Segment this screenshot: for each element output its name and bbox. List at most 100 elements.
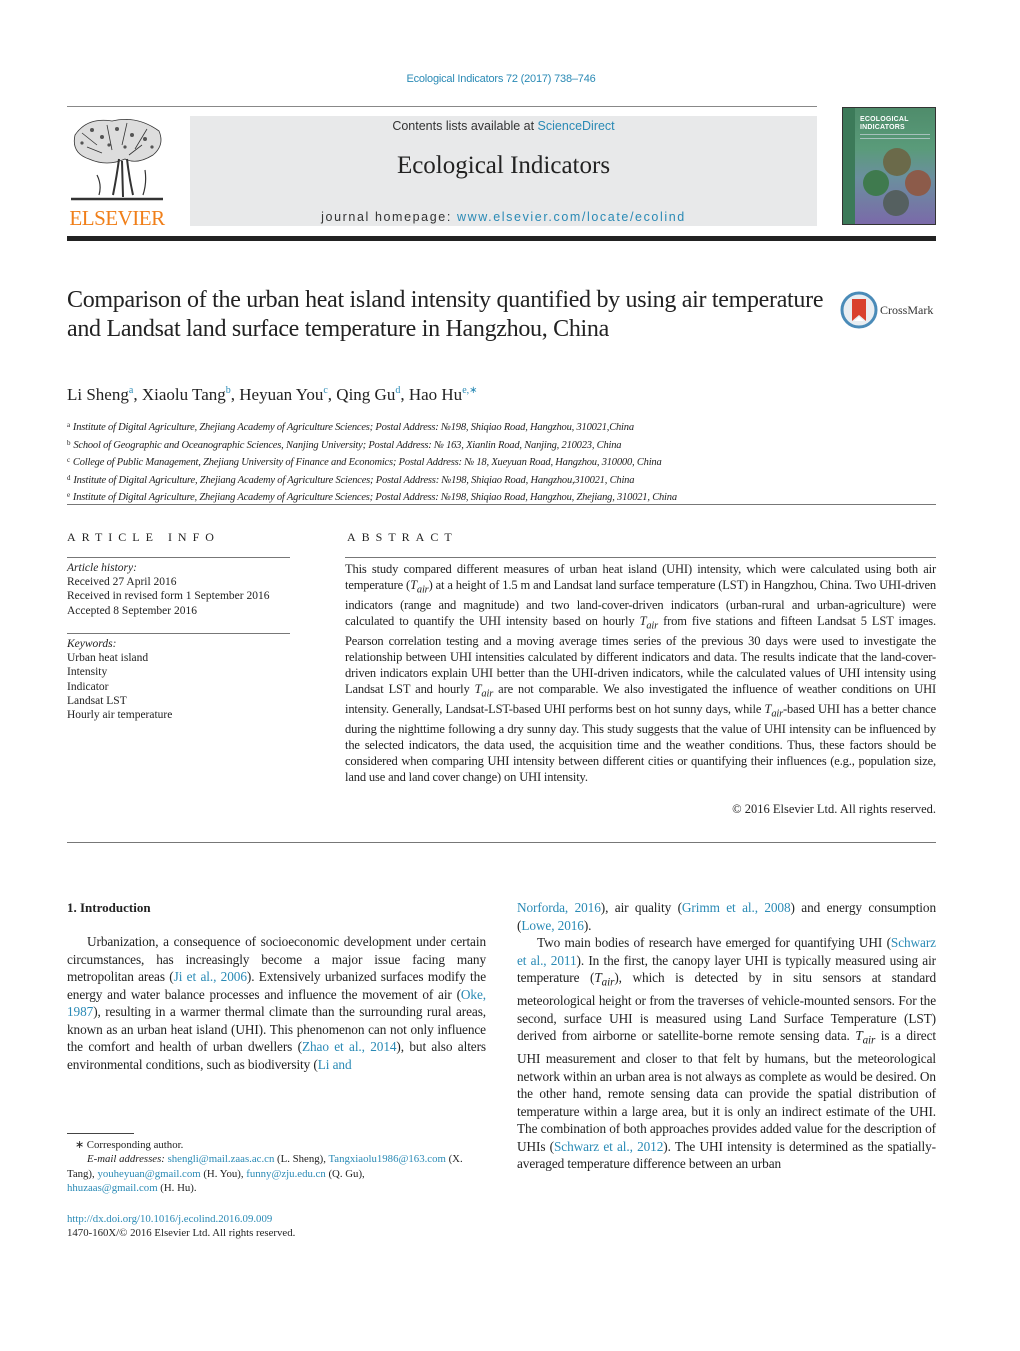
affiliation: a Institute of Digital Agriculture, Zheji… bbox=[67, 418, 677, 436]
article-info-heading: ARTICLE INFO bbox=[67, 530, 220, 544]
affiliation: b School of Geographic and Oceanographic … bbox=[67, 436, 677, 454]
cover-photo-3 bbox=[905, 170, 931, 196]
crossmark-icon bbox=[840, 291, 878, 329]
keyword: Landsat LST bbox=[67, 694, 127, 707]
keywords-label: Keywords: bbox=[67, 638, 117, 650]
elsevier-logo[interactable]: ELSEVIER bbox=[67, 112, 167, 230]
keyword: Indicator bbox=[67, 680, 109, 693]
author[interactable]: Qing Gud bbox=[336, 385, 400, 404]
journal-name: Ecological Indicators bbox=[396, 152, 611, 179]
cover-photo-1 bbox=[883, 148, 911, 176]
header-heavy-rule bbox=[67, 236, 936, 241]
affiliation: c College of Public Management, Zhejiang … bbox=[67, 453, 677, 471]
affiliation-text: School of Geographic and Oceanographic S… bbox=[73, 439, 622, 451]
text-run: ). bbox=[583, 917, 592, 933]
variable-symbol: T bbox=[410, 577, 417, 592]
paragraph: Norforda, 2016), air quality (Grimm et a… bbox=[517, 899, 936, 934]
email-owner: (H. You), bbox=[200, 1167, 247, 1180]
text-run: Two main bodies of research have emerged… bbox=[537, 935, 891, 950]
author[interactable]: Xiaolu Tangb bbox=[142, 385, 231, 404]
sciencedirect-link[interactable]: ScienceDirect bbox=[538, 119, 615, 133]
variable-subscript: air bbox=[646, 620, 659, 632]
article-info-rule bbox=[67, 557, 290, 558]
affiliation-text: Institute of Digital Agriculture, Zhejia… bbox=[72, 422, 634, 433]
abstract-bottom-rule bbox=[67, 842, 936, 843]
email-link[interactable]: funny@zju.edu.cn bbox=[246, 1168, 326, 1180]
email-link[interactable]: Tangxiaolu1986@163.com bbox=[328, 1153, 445, 1165]
contents-prefix: Contents lists available at bbox=[392, 119, 538, 133]
variable-symbol: T bbox=[594, 970, 602, 985]
variable-subscript: air bbox=[771, 708, 784, 720]
elsevier-tree-icon bbox=[71, 118, 163, 201]
paragraph: Urbanization, a consequence of socioecon… bbox=[67, 933, 486, 1073]
citation-link[interactable]: Grimm et al., 2008 bbox=[682, 900, 791, 915]
keywords: Keywords: Urban heat island Intensity In… bbox=[67, 637, 172, 722]
citation-link[interactable]: Lowe, 2016 bbox=[521, 918, 584, 933]
keyword: Intensity bbox=[67, 666, 108, 679]
affiliation-key: d bbox=[67, 473, 71, 482]
author-separator: , bbox=[133, 385, 142, 404]
journal-homepage-link[interactable]: www.elsevier.com/locate/ecolind bbox=[457, 210, 686, 224]
homepage-line: journal homepage: www.elsevier.com/locat… bbox=[190, 210, 817, 224]
doi-link[interactable]: http://dx.doi.org/10.1016/j.ecolind.2016… bbox=[67, 1213, 272, 1225]
cover-photo-4 bbox=[883, 190, 909, 216]
variable-subscript: air bbox=[862, 1034, 876, 1047]
section-heading-introduction: 1. Introduction bbox=[67, 900, 151, 915]
article-title: Comparison of the urban heat island inte… bbox=[67, 287, 824, 342]
affiliation: d Institute of Digital Agriculture, Zheji… bbox=[67, 471, 677, 489]
journal-masthead: Contents lists available at ScienceDirec… bbox=[190, 116, 817, 226]
text-run: ), air quality ( bbox=[600, 900, 682, 915]
email-link[interactable]: shengli@mail.zaas.ac.cn bbox=[168, 1153, 275, 1165]
variable-subscript: air bbox=[481, 688, 494, 700]
doi-block: http://dx.doi.org/10.1016/j.ecolind.2016… bbox=[67, 1212, 295, 1241]
article-history-label: Article history: bbox=[67, 562, 137, 574]
abstract-text: This study compared different measures o… bbox=[345, 562, 936, 785]
citation-link[interactable]: Zhao et al., 2014 bbox=[302, 1039, 397, 1054]
email-owner: (H. Hu). bbox=[157, 1182, 197, 1195]
author-affiliation-marker[interactable]: e,∗ bbox=[462, 385, 477, 396]
journal-citation-link[interactable]: Ecological Indicators 72 (2017) 738–746 bbox=[0, 73, 1002, 85]
journal-cover-image[interactable]: ECOLOGICAL INDICATORS bbox=[842, 107, 936, 225]
crossmark-badge[interactable]: CrossMark bbox=[840, 291, 940, 331]
corresponding-author-note: ∗ Corresponding author. bbox=[75, 1139, 184, 1151]
citation-link[interactable]: Norforda, 2016 bbox=[517, 900, 601, 915]
contents-line: Contents lists available at ScienceDirec… bbox=[190, 119, 817, 133]
author-separator: , bbox=[230, 385, 240, 404]
variable-subscript: air bbox=[416, 584, 429, 596]
email-owner: (Q. Gu), bbox=[325, 1167, 365, 1180]
history-item: Received in revised form 1 September 201… bbox=[67, 590, 270, 603]
variable-symbol: T bbox=[855, 1028, 863, 1044]
email-link[interactable]: hhuzaas@gmail.com bbox=[67, 1182, 158, 1194]
author-separator: , bbox=[400, 385, 409, 404]
keyword: Hourly air temperature bbox=[67, 709, 173, 722]
cover-spine bbox=[843, 108, 855, 224]
variable-subscript: air bbox=[601, 976, 615, 989]
cover-subtitle-lines bbox=[860, 134, 930, 139]
cover-photo-2 bbox=[863, 170, 889, 196]
text-run: is a direct UHI measurement and closer t… bbox=[517, 1028, 936, 1154]
author-name: Qing Gu bbox=[336, 385, 396, 404]
citation-link[interactable]: Schwarz et al., 2012 bbox=[554, 1139, 663, 1154]
elsevier-wordmark: ELSEVIER bbox=[69, 206, 165, 230]
cover-title: ECOLOGICAL INDICATORS bbox=[860, 116, 909, 132]
author-list: Li Shenga, Xiaolu Tangb, Heyuan Youc, Qi… bbox=[67, 385, 478, 405]
keywords-rule bbox=[67, 633, 290, 634]
author[interactable]: Li Shenga bbox=[67, 385, 133, 404]
cover-title-line1: ECOLOGICAL bbox=[860, 116, 909, 123]
homepage-prefix: journal homepage: bbox=[321, 210, 457, 224]
paragraph: Two main bodies of research have emerged… bbox=[517, 934, 936, 1173]
email-label: E-mail addresses: bbox=[87, 1153, 165, 1166]
affiliation-key: e bbox=[67, 491, 70, 499]
affiliation-text: Institute of Digital Agriculture, Zhejia… bbox=[72, 492, 677, 503]
crossmark-label: CrossMark bbox=[880, 303, 934, 317]
author-name: Hao Hu bbox=[408, 385, 463, 404]
author[interactable]: Hao Hue,∗ bbox=[409, 385, 478, 404]
citation-link[interactable]: Ji et al., 2006 bbox=[174, 969, 247, 984]
affiliation-text: College of Public Management, Zhejiang U… bbox=[72, 457, 662, 468]
email-link[interactable]: youheyuan@gmail.com bbox=[97, 1168, 200, 1180]
affiliation-list: a Institute of Digital Agriculture, Zheji… bbox=[67, 418, 677, 506]
affiliation-key: c bbox=[67, 456, 70, 464]
abstract-copyright: © 2016 Elsevier Ltd. All rights reserved… bbox=[732, 802, 936, 816]
author[interactable]: Heyuan Youc bbox=[239, 385, 328, 404]
citation-link[interactable]: Li and bbox=[318, 1057, 352, 1072]
